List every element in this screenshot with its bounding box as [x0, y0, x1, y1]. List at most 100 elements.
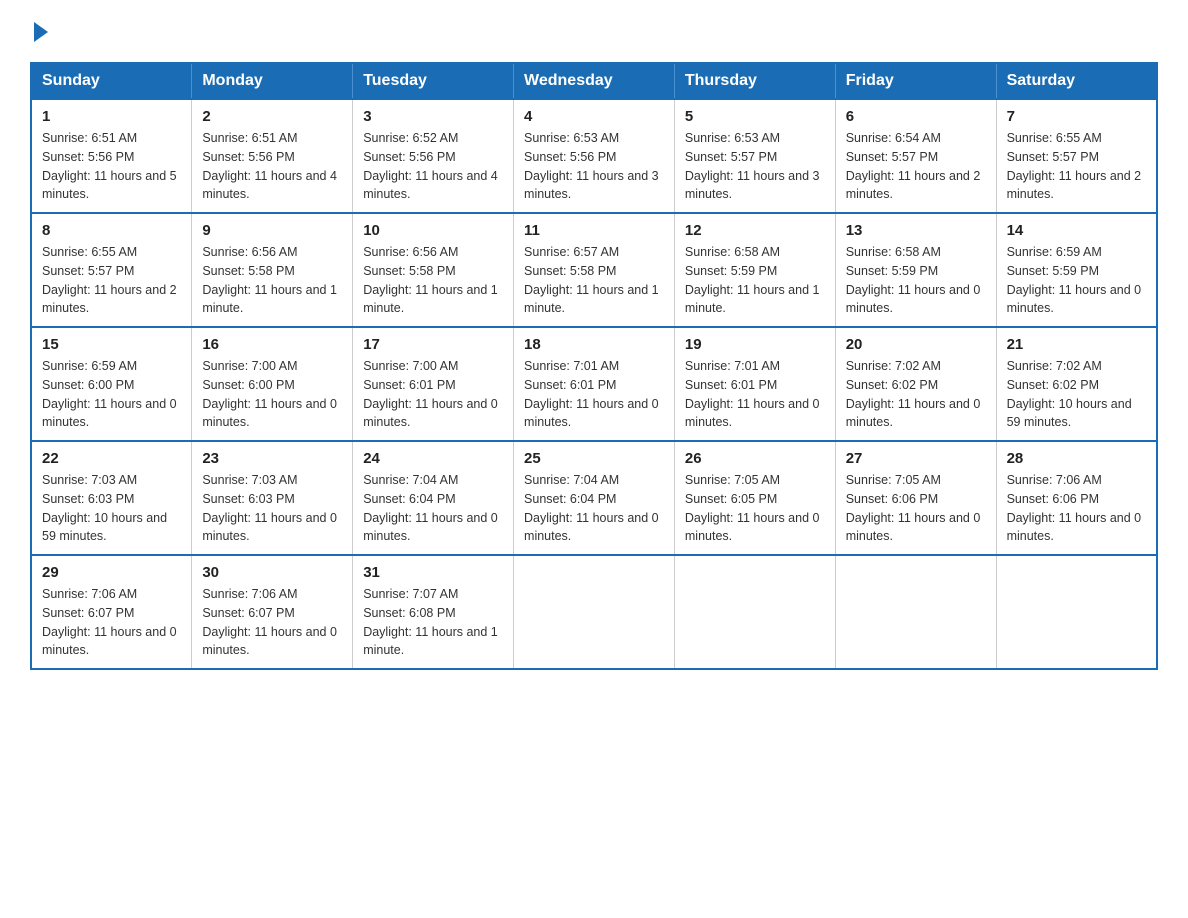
day-number: 15 — [42, 336, 181, 353]
day-info: Sunrise: 7:02 AM Sunset: 6:02 PM Dayligh… — [846, 357, 986, 432]
day-info: Sunrise: 7:06 AM Sunset: 6:07 PM Dayligh… — [42, 585, 181, 660]
calendar-header-friday: Friday — [835, 63, 996, 99]
calendar-header-saturday: Saturday — [996, 63, 1157, 99]
day-number: 29 — [42, 564, 181, 581]
day-info: Sunrise: 6:52 AM Sunset: 5:56 PM Dayligh… — [363, 129, 503, 204]
calendar-cell — [835, 555, 996, 669]
day-info: Sunrise: 6:55 AM Sunset: 5:57 PM Dayligh… — [1007, 129, 1146, 204]
day-number: 21 — [1007, 336, 1146, 353]
calendar-week-row: 8 Sunrise: 6:55 AM Sunset: 5:57 PM Dayli… — [31, 213, 1157, 327]
day-number: 2 — [202, 108, 342, 125]
calendar-week-row: 15 Sunrise: 6:59 AM Sunset: 6:00 PM Dayl… — [31, 327, 1157, 441]
day-number: 24 — [363, 450, 503, 467]
calendar-cell: 3 Sunrise: 6:52 AM Sunset: 5:56 PM Dayli… — [353, 99, 514, 213]
day-info: Sunrise: 6:51 AM Sunset: 5:56 PM Dayligh… — [202, 129, 342, 204]
day-number: 26 — [685, 450, 825, 467]
calendar-cell: 27 Sunrise: 7:05 AM Sunset: 6:06 PM Dayl… — [835, 441, 996, 555]
calendar-cell: 9 Sunrise: 6:56 AM Sunset: 5:58 PM Dayli… — [192, 213, 353, 327]
calendar-cell: 2 Sunrise: 6:51 AM Sunset: 5:56 PM Dayli… — [192, 99, 353, 213]
calendar-week-row: 29 Sunrise: 7:06 AM Sunset: 6:07 PM Dayl… — [31, 555, 1157, 669]
day-number: 18 — [524, 336, 664, 353]
day-number: 5 — [685, 108, 825, 125]
day-info: Sunrise: 7:05 AM Sunset: 6:06 PM Dayligh… — [846, 471, 986, 546]
day-number: 27 — [846, 450, 986, 467]
day-info: Sunrise: 7:00 AM Sunset: 6:00 PM Dayligh… — [202, 357, 342, 432]
logo-arrow-icon — [34, 22, 48, 42]
day-number: 3 — [363, 108, 503, 125]
day-info: Sunrise: 6:51 AM Sunset: 5:56 PM Dayligh… — [42, 129, 181, 204]
calendar-cell: 20 Sunrise: 7:02 AM Sunset: 6:02 PM Dayl… — [835, 327, 996, 441]
day-info: Sunrise: 7:06 AM Sunset: 6:06 PM Dayligh… — [1007, 471, 1146, 546]
day-number: 20 — [846, 336, 986, 353]
calendar-cell: 19 Sunrise: 7:01 AM Sunset: 6:01 PM Dayl… — [674, 327, 835, 441]
day-info: Sunrise: 6:56 AM Sunset: 5:58 PM Dayligh… — [202, 243, 342, 318]
calendar-cell: 4 Sunrise: 6:53 AM Sunset: 5:56 PM Dayli… — [514, 99, 675, 213]
day-number: 8 — [42, 222, 181, 239]
calendar-header-wednesday: Wednesday — [514, 63, 675, 99]
day-info: Sunrise: 7:01 AM Sunset: 6:01 PM Dayligh… — [524, 357, 664, 432]
calendar-cell: 10 Sunrise: 6:56 AM Sunset: 5:58 PM Dayl… — [353, 213, 514, 327]
day-info: Sunrise: 6:58 AM Sunset: 5:59 PM Dayligh… — [846, 243, 986, 318]
day-info: Sunrise: 6:55 AM Sunset: 5:57 PM Dayligh… — [42, 243, 181, 318]
calendar-cell: 22 Sunrise: 7:03 AM Sunset: 6:03 PM Dayl… — [31, 441, 192, 555]
calendar-header-thursday: Thursday — [674, 63, 835, 99]
day-number: 31 — [363, 564, 503, 581]
day-info: Sunrise: 7:00 AM Sunset: 6:01 PM Dayligh… — [363, 357, 503, 432]
day-info: Sunrise: 6:59 AM Sunset: 6:00 PM Dayligh… — [42, 357, 181, 432]
calendar-cell: 16 Sunrise: 7:00 AM Sunset: 6:00 PM Dayl… — [192, 327, 353, 441]
calendar-cell: 21 Sunrise: 7:02 AM Sunset: 6:02 PM Dayl… — [996, 327, 1157, 441]
day-number: 11 — [524, 222, 664, 239]
day-info: Sunrise: 6:53 AM Sunset: 5:57 PM Dayligh… — [685, 129, 825, 204]
calendar-cell: 29 Sunrise: 7:06 AM Sunset: 6:07 PM Dayl… — [31, 555, 192, 669]
calendar-cell: 13 Sunrise: 6:58 AM Sunset: 5:59 PM Dayl… — [835, 213, 996, 327]
calendar-cell: 7 Sunrise: 6:55 AM Sunset: 5:57 PM Dayli… — [996, 99, 1157, 213]
day-number: 6 — [846, 108, 986, 125]
day-number: 7 — [1007, 108, 1146, 125]
calendar-cell: 8 Sunrise: 6:55 AM Sunset: 5:57 PM Dayli… — [31, 213, 192, 327]
day-info: Sunrise: 7:01 AM Sunset: 6:01 PM Dayligh… — [685, 357, 825, 432]
day-number: 13 — [846, 222, 986, 239]
day-info: Sunrise: 6:59 AM Sunset: 5:59 PM Dayligh… — [1007, 243, 1146, 318]
day-number: 1 — [42, 108, 181, 125]
day-info: Sunrise: 7:02 AM Sunset: 6:02 PM Dayligh… — [1007, 357, 1146, 432]
calendar-week-row: 22 Sunrise: 7:03 AM Sunset: 6:03 PM Dayl… — [31, 441, 1157, 555]
day-number: 14 — [1007, 222, 1146, 239]
day-info: Sunrise: 6:53 AM Sunset: 5:56 PM Dayligh… — [524, 129, 664, 204]
calendar-table: SundayMondayTuesdayWednesdayThursdayFrid… — [30, 62, 1158, 670]
calendar-cell — [996, 555, 1157, 669]
day-info: Sunrise: 7:04 AM Sunset: 6:04 PM Dayligh… — [363, 471, 503, 546]
calendar-cell: 23 Sunrise: 7:03 AM Sunset: 6:03 PM Dayl… — [192, 441, 353, 555]
day-number: 23 — [202, 450, 342, 467]
calendar-cell: 1 Sunrise: 6:51 AM Sunset: 5:56 PM Dayli… — [31, 99, 192, 213]
day-number: 10 — [363, 222, 503, 239]
calendar-cell: 12 Sunrise: 6:58 AM Sunset: 5:59 PM Dayl… — [674, 213, 835, 327]
day-info: Sunrise: 7:05 AM Sunset: 6:05 PM Dayligh… — [685, 471, 825, 546]
calendar-cell: 14 Sunrise: 6:59 AM Sunset: 5:59 PM Dayl… — [996, 213, 1157, 327]
day-info: Sunrise: 7:03 AM Sunset: 6:03 PM Dayligh… — [202, 471, 342, 546]
calendar-cell: 26 Sunrise: 7:05 AM Sunset: 6:05 PM Dayl… — [674, 441, 835, 555]
day-number: 22 — [42, 450, 181, 467]
calendar-header-monday: Monday — [192, 63, 353, 99]
day-info: Sunrise: 7:06 AM Sunset: 6:07 PM Dayligh… — [202, 585, 342, 660]
calendar-cell — [514, 555, 675, 669]
calendar-cell: 30 Sunrise: 7:06 AM Sunset: 6:07 PM Dayl… — [192, 555, 353, 669]
calendar-cell: 28 Sunrise: 7:06 AM Sunset: 6:06 PM Dayl… — [996, 441, 1157, 555]
logo — [30, 20, 48, 42]
day-number: 12 — [685, 222, 825, 239]
calendar-header-tuesday: Tuesday — [353, 63, 514, 99]
calendar-cell: 31 Sunrise: 7:07 AM Sunset: 6:08 PM Dayl… — [353, 555, 514, 669]
day-info: Sunrise: 6:57 AM Sunset: 5:58 PM Dayligh… — [524, 243, 664, 318]
calendar-cell: 18 Sunrise: 7:01 AM Sunset: 6:01 PM Dayl… — [514, 327, 675, 441]
day-info: Sunrise: 7:04 AM Sunset: 6:04 PM Dayligh… — [524, 471, 664, 546]
calendar-cell: 25 Sunrise: 7:04 AM Sunset: 6:04 PM Dayl… — [514, 441, 675, 555]
calendar-cell: 6 Sunrise: 6:54 AM Sunset: 5:57 PM Dayli… — [835, 99, 996, 213]
day-number: 19 — [685, 336, 825, 353]
calendar-cell — [674, 555, 835, 669]
day-info: Sunrise: 6:54 AM Sunset: 5:57 PM Dayligh… — [846, 129, 986, 204]
calendar-header-sunday: Sunday — [31, 63, 192, 99]
calendar-cell: 17 Sunrise: 7:00 AM Sunset: 6:01 PM Dayl… — [353, 327, 514, 441]
page-header — [30, 20, 1158, 42]
day-info: Sunrise: 7:07 AM Sunset: 6:08 PM Dayligh… — [363, 585, 503, 660]
day-number: 28 — [1007, 450, 1146, 467]
day-info: Sunrise: 6:58 AM Sunset: 5:59 PM Dayligh… — [685, 243, 825, 318]
